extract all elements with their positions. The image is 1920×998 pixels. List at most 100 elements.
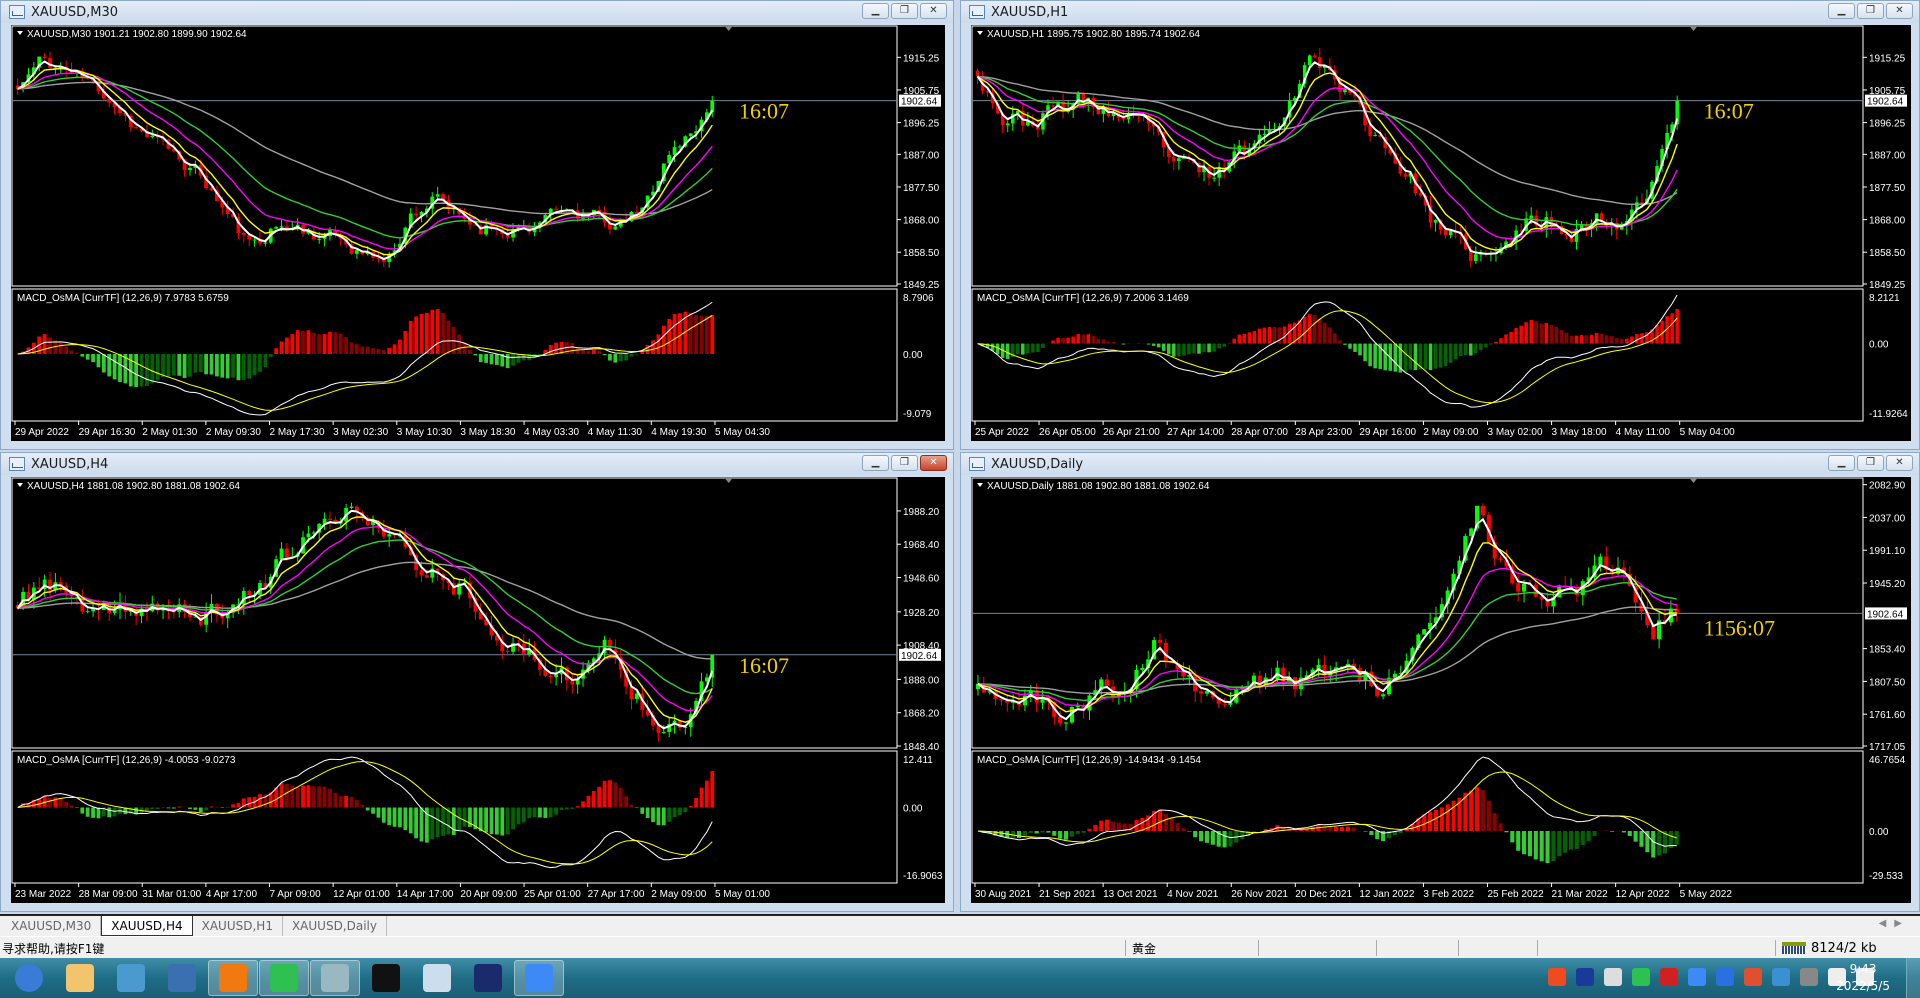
- wechat-tray-icon[interactable]: [1632, 968, 1650, 986]
- chart-canvas[interactable]: XAUUSD,H4 1881.08 1902.80 1881.08 1902.6…: [11, 477, 945, 903]
- chart-shift-marker-icon[interactable]: [724, 26, 733, 31]
- wps-icon[interactable]: [1660, 968, 1678, 986]
- browser-icon: [219, 964, 247, 992]
- wechat-icon: [270, 964, 298, 992]
- chart-shift-marker-icon[interactable]: [724, 478, 733, 483]
- collapse-triangle-icon[interactable]: [17, 483, 23, 487]
- taskbar-button-notepad[interactable]: [412, 960, 462, 996]
- close-button[interactable]: ✕: [920, 3, 947, 19]
- taskbar-button-browser[interactable]: [208, 960, 258, 996]
- bar-countdown-timer: 16:07: [739, 653, 789, 678]
- tab-xauusd-h4[interactable]: XAUUSD,H4: [101, 916, 193, 936]
- window-titlebar[interactable]: XAUUSD,M30 ▁ ❐ ✕: [1, 1, 953, 23]
- collapse-triangle-icon[interactable]: [17, 31, 23, 35]
- chart-window-icon: [969, 457, 985, 471]
- chart-canvas[interactable]: XAUUSD,H1 1895.75 1902.80 1895.74 1902.6…: [971, 25, 1911, 441]
- chart-shift-marker-icon[interactable]: [1689, 26, 1698, 31]
- main-pane-border: [11, 477, 898, 749]
- macd-axis-label: -11.9264: [1869, 409, 1908, 420]
- chart-canvas[interactable]: XAUUSD,Daily 1881.08 1902.80 1881.08 190…: [971, 477, 1911, 903]
- feishu-tray-icon[interactable]: [1688, 968, 1706, 986]
- signal-line: [977, 310, 1678, 404]
- candle: [1217, 162, 1221, 187]
- taskbar-button-capcut[interactable]: [361, 960, 411, 996]
- usb-icon[interactable]: [1800, 968, 1818, 986]
- candle: [322, 512, 327, 530]
- photoshop-icon: [474, 964, 502, 992]
- clock[interactable]: 9:43 2022/5/5: [1836, 961, 1890, 995]
- window-title: XAUUSD,H4: [31, 456, 109, 472]
- chart-svg[interactable]: XAUUSD,Daily 1881.08 1902.80 1881.08 190…: [971, 477, 1911, 903]
- clock-time: 9:43: [1849, 962, 1877, 976]
- taskbar-button-wechat[interactable]: [259, 960, 309, 996]
- tab-xauusd-daily[interactable]: XAUUSD,Daily: [283, 916, 387, 936]
- tab-scroll-arrows[interactable]: ◀▶: [1879, 918, 1910, 929]
- collapse-triangle-icon[interactable]: [977, 31, 983, 35]
- help-icon[interactable]: [1576, 968, 1594, 986]
- window-titlebar[interactable]: XAUUSD,H4 ▁ ❐ ✕: [1, 453, 953, 475]
- taskbar-button-desktop[interactable]: [157, 960, 207, 996]
- price-tick-label: 1849.25: [903, 280, 940, 291]
- time-axis-label: 3 Feb 2022: [1423, 889, 1474, 900]
- candle: [355, 505, 359, 523]
- candle: [1373, 131, 1377, 137]
- connection-status[interactable]: 8124/2 kb: [1775, 940, 1877, 956]
- restore-button[interactable]: ❐: [891, 455, 918, 471]
- restore-button[interactable]: ❐: [1857, 3, 1884, 19]
- security-icon[interactable]: [1716, 968, 1734, 986]
- candle: [1524, 211, 1528, 235]
- price-tick-label: 1853.40: [1869, 645, 1906, 656]
- price-tick-label: 1807.50: [1869, 677, 1906, 688]
- close-button[interactable]: ✕: [1886, 455, 1913, 471]
- candle: [1312, 53, 1317, 59]
- minimize-button[interactable]: ▁: [862, 455, 889, 471]
- macd-axis-label: 12.411: [903, 755, 933, 766]
- taskbar-button-paint[interactable]: [55, 960, 105, 996]
- taskbar-button-feishu[interactable]: [514, 960, 564, 996]
- price-tick-label: 2037.00: [1869, 513, 1906, 524]
- time-axis-label: 25 Apr 01:00: [524, 889, 581, 900]
- window-titlebar[interactable]: XAUUSD,H1 ▁ ❐ ✕: [961, 1, 1919, 23]
- time-axis-label: 20 Apr 09:00: [460, 889, 517, 900]
- restore-button[interactable]: ❐: [1857, 455, 1884, 471]
- network-icon[interactable]: [1604, 968, 1622, 986]
- current-price-label: 1902.64: [1867, 609, 1904, 620]
- show-desktop-button[interactable]: [1906, 958, 1920, 998]
- candle: [1005, 120, 1010, 133]
- candle: [1489, 250, 1493, 262]
- tab-xauusd-m30[interactable]: XAUUSD,M30: [2, 916, 102, 936]
- chart-canvas[interactable]: XAUUSD,M30 1901.21 1902.80 1899.90 1902.…: [11, 25, 945, 441]
- taskbar-button-network-user[interactable]: [106, 960, 156, 996]
- sogou-icon[interactable]: [1548, 968, 1566, 986]
- macd-pane-border: [11, 288, 898, 422]
- close-button[interactable]: ✕: [1886, 3, 1913, 19]
- minimize-button[interactable]: ▁: [1828, 455, 1855, 471]
- close-button[interactable]: ✕: [920, 455, 947, 471]
- main-pane-border: [971, 25, 1864, 287]
- macd-axis-label: 0.00: [1869, 827, 1889, 838]
- bar-countdown-timer: 16:07: [1704, 99, 1754, 124]
- time-axis-label: 26 Apr 05:00: [1039, 427, 1096, 438]
- minimize-button[interactable]: ▁: [862, 3, 889, 19]
- speaker-icon[interactable]: [1744, 968, 1762, 986]
- minimize-button[interactable]: ▁: [1828, 3, 1855, 19]
- chart-svg[interactable]: XAUUSD,H1 1895.75 1902.80 1895.74 1902.6…: [971, 25, 1911, 441]
- candle: [602, 635, 607, 660]
- taskbar-button-mt4[interactable]: [310, 960, 360, 996]
- chart-svg[interactable]: XAUUSD,H4 1881.08 1902.80 1881.08 1902.6…: [11, 477, 945, 903]
- time-axis-label: 25 Feb 2022: [1487, 889, 1544, 900]
- taskbar-button-photoshop[interactable]: [463, 960, 513, 996]
- collapse-triangle-icon[interactable]: [977, 483, 983, 487]
- restore-button[interactable]: ❐: [891, 3, 918, 19]
- profile-name: 黄金: [1132, 942, 1157, 956]
- macd-axis-label: 46.7654: [1869, 755, 1906, 766]
- tab-xauusd-h1[interactable]: XAUUSD,H1: [193, 916, 283, 936]
- chart-shift-marker-icon[interactable]: [1689, 478, 1698, 483]
- ime-icon[interactable]: [1772, 968, 1790, 986]
- ohlc-header: XAUUSD,M30 1901.21 1902.80 1899.90 1902.…: [27, 29, 247, 40]
- chart-svg[interactable]: XAUUSD,M30 1901.21 1902.80 1899.90 1902.…: [11, 25, 945, 441]
- window-title: XAUUSD,Daily: [991, 456, 1084, 472]
- taskbar-button-start-orb[interactable]: [4, 960, 54, 996]
- macd-axis-label: 0.00: [903, 350, 923, 361]
- window-titlebar[interactable]: XAUUSD,Daily ▁ ❐ ✕: [961, 453, 1919, 475]
